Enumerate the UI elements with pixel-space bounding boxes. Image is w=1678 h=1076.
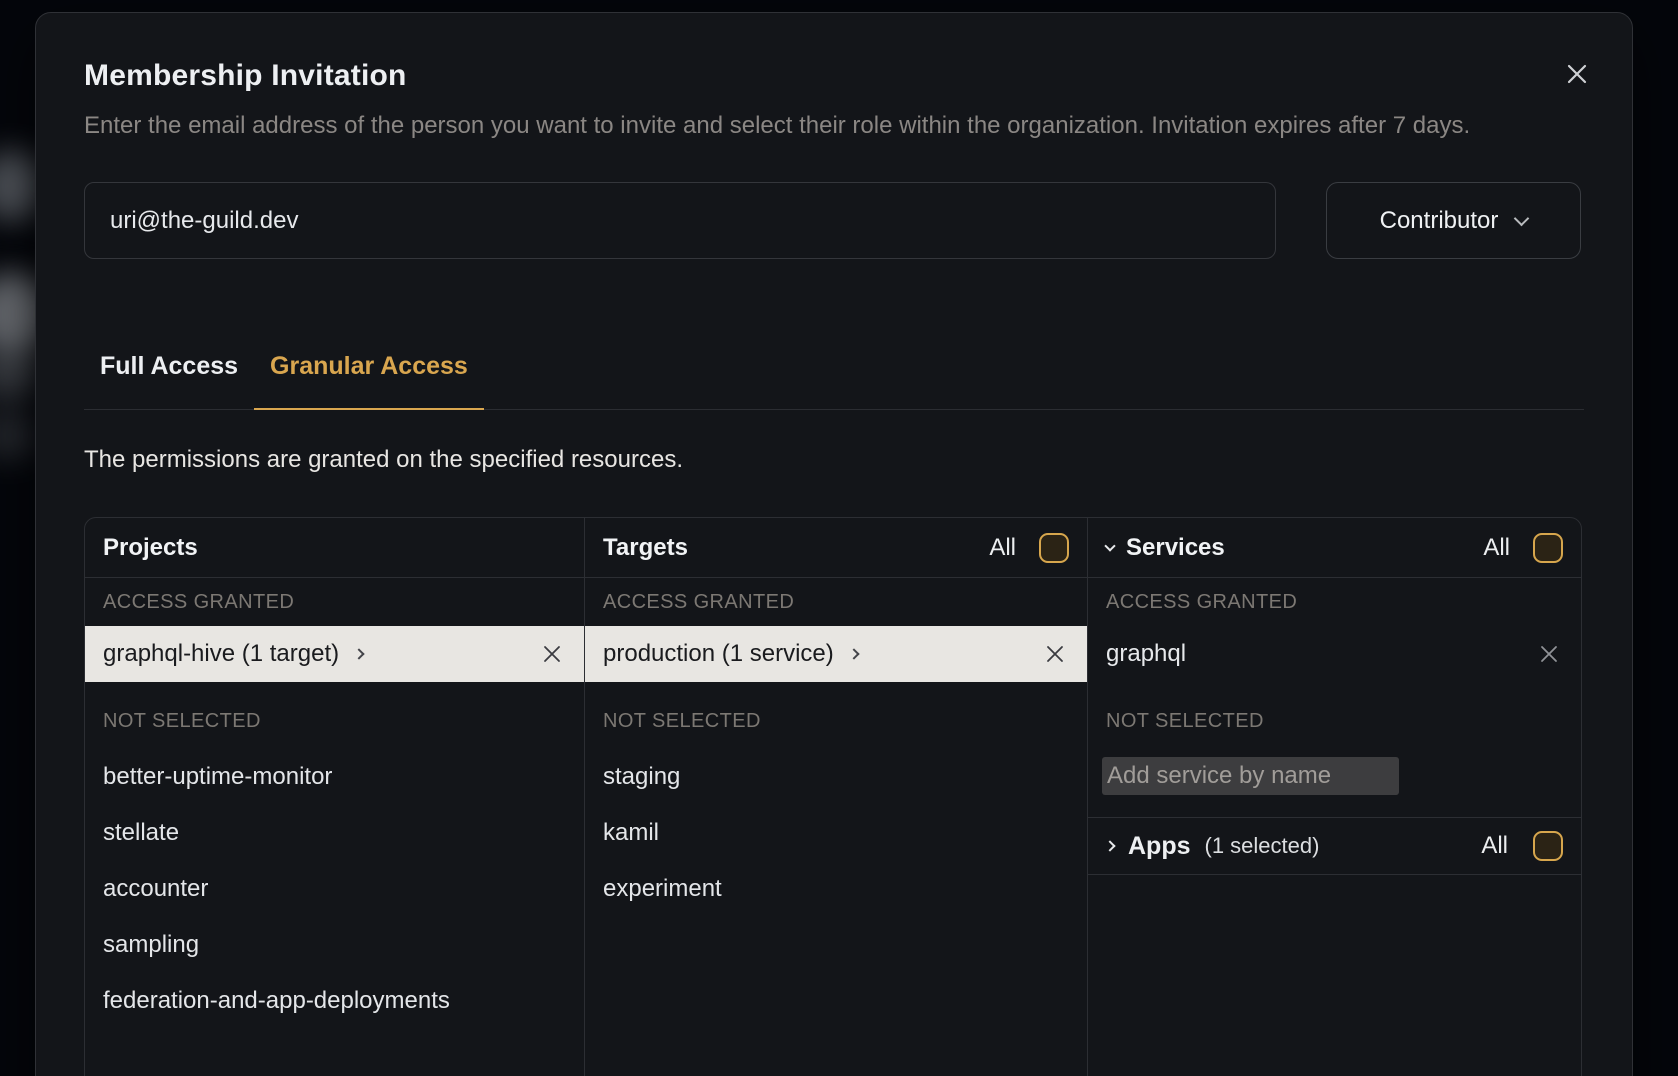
remove-target-button[interactable] (1041, 640, 1069, 668)
apps-selected-count: (1 selected) (1205, 833, 1320, 859)
targets-all-label: All (989, 534, 1016, 562)
role-select-button[interactable]: Contributor (1326, 182, 1581, 259)
granted-target-row[interactable]: production (1 service) (585, 626, 1087, 682)
tab-granular-access[interactable]: Granular Access (254, 351, 484, 410)
not-selected-label: NOT SELECTED (585, 693, 1087, 749)
project-option[interactable]: stellate (85, 805, 584, 861)
apps-section-row[interactable]: Apps (1 selected) All (1088, 817, 1581, 875)
granted-project-name: graphql-hive (1 target) (103, 640, 339, 668)
backdrop-artifact (0, 410, 38, 460)
access-tabs: Full Access Granular Access (84, 351, 1584, 410)
access-granted-label: ACCESS GRANTED (1088, 578, 1581, 626)
chevron-down-icon[interactable] (1104, 540, 1115, 551)
not-selected-label: NOT SELECTED (85, 693, 584, 749)
project-option[interactable]: accounter (85, 861, 584, 917)
services-column: Services All ACCESS GRANTED graphql NOT … (1087, 518, 1581, 1076)
email-input[interactable] (84, 182, 1276, 259)
remove-project-button[interactable] (538, 640, 566, 668)
projects-column: Projects ACCESS GRANTED graphql-hive (1 … (85, 518, 584, 1076)
targets-all-checkbox[interactable] (1039, 533, 1069, 563)
membership-invitation-dialog: Membership Invitation Enter the email ad… (35, 12, 1633, 1076)
tab-full-access[interactable]: Full Access (84, 351, 254, 410)
granted-service-row[interactable]: graphql (1088, 626, 1581, 682)
targets-column-header: Targets All (585, 518, 1087, 578)
invite-form-row: Contributor (84, 182, 1584, 259)
targets-column: Targets All ACCESS GRANTED production (1… (584, 518, 1087, 1076)
target-option[interactable]: kamil (585, 805, 1087, 861)
remove-icon (1044, 643, 1066, 665)
apps-label: Apps (1128, 832, 1191, 861)
close-icon (1565, 62, 1589, 86)
services-all-checkbox[interactable] (1533, 533, 1563, 563)
granted-project-row[interactable]: graphql-hive (1 target) (85, 626, 584, 682)
dialog-description: Enter the email address of the person yo… (84, 107, 1488, 144)
dialog-title: Membership Invitation (84, 59, 1584, 93)
granted-target-name: production (1 service) (603, 640, 834, 668)
remove-icon (1538, 643, 1560, 665)
projects-column-header: Projects (85, 518, 584, 578)
projects-header-label: Projects (103, 534, 198, 562)
close-button[interactable] (1560, 57, 1594, 91)
access-granted-label: ACCESS GRANTED (585, 578, 1087, 626)
chevron-right-icon (353, 648, 364, 659)
chevron-right-icon (1104, 840, 1115, 851)
apps-all-label: All (1481, 832, 1508, 860)
services-all-label: All (1483, 534, 1510, 562)
apps-all-checkbox[interactable] (1533, 831, 1563, 861)
granted-service-name: graphql (1106, 640, 1186, 668)
services-header-label: Services (1126, 534, 1225, 562)
target-option[interactable]: staging (585, 749, 1087, 805)
project-option[interactable]: better-uptime-monitor (85, 749, 584, 805)
backdrop-artifact (0, 345, 40, 401)
add-service-input[interactable] (1102, 757, 1399, 795)
remove-service-button[interactable] (1535, 640, 1563, 668)
remove-icon (541, 643, 563, 665)
role-select-value: Contributor (1380, 207, 1499, 235)
targets-header-label: Targets (603, 534, 688, 562)
services-column-header: Services All (1088, 518, 1581, 578)
project-option[interactable]: sampling (85, 917, 584, 973)
chevron-down-icon (1514, 211, 1530, 227)
permissions-note: The permissions are granted on the speci… (84, 446, 1584, 474)
not-selected-label: NOT SELECTED (1088, 693, 1581, 749)
resource-permission-table: Projects ACCESS GRANTED graphql-hive (1 … (84, 517, 1582, 1076)
target-option[interactable]: experiment (585, 861, 1087, 917)
project-option[interactable]: federation-and-app-deployments (85, 973, 584, 1029)
access-granted-label: ACCESS GRANTED (85, 578, 584, 626)
chevron-right-icon (848, 648, 859, 659)
